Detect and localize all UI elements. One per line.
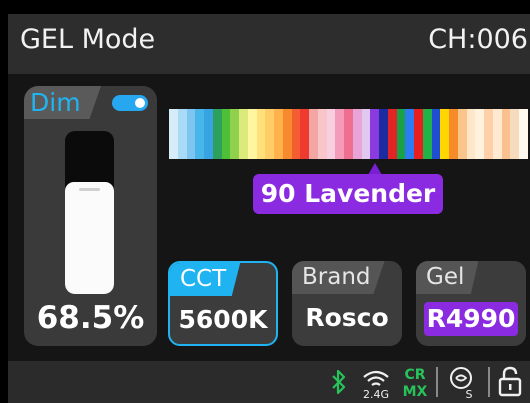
gel-swatch[interactable]	[239, 109, 248, 159]
gel-swatch[interactable]	[457, 109, 467, 159]
gel-swatch[interactable]	[370, 109, 379, 159]
dimmer-slider-fill	[65, 182, 114, 294]
gel-swatch[interactable]	[414, 109, 423, 159]
gel-swatch[interactable]	[352, 109, 362, 159]
brand-card[interactable]: Brand Rosco	[292, 261, 402, 346]
gel-swatch[interactable]	[274, 109, 283, 159]
gel-swatch[interactable]	[510, 109, 519, 159]
gel-swatch[interactable]	[440, 109, 449, 159]
gel-swatch[interactable]	[265, 109, 274, 159]
gel-swatch[interactable]	[361, 109, 371, 159]
gel-swatch[interactable]	[344, 109, 353, 159]
dimmer-toggle[interactable]	[112, 95, 148, 111]
brand-card-label: Brand	[292, 261, 385, 294]
wireless-band-icon: 2.4G	[356, 361, 396, 403]
gel-swatch[interactable]	[212, 109, 222, 159]
brand-card-value: Rosco	[305, 303, 389, 332]
gel-swatch[interactable]	[177, 109, 187, 159]
gel-swatch[interactable]	[492, 109, 502, 159]
gel-swatch[interactable]	[204, 109, 213, 159]
unlock-icon[interactable]	[495, 361, 525, 403]
dimmer-slider-handle[interactable]	[79, 188, 100, 191]
gel-swatch[interactable]	[186, 109, 196, 159]
gel-swatch[interactable]	[256, 109, 266, 159]
gel-swatch[interactable]	[449, 109, 458, 159]
gel-swatch[interactable]	[317, 109, 327, 159]
crmx-text-line-2: MX	[403, 384, 428, 400]
gel-swatch[interactable]	[335, 109, 344, 159]
gel-swatch[interactable]	[379, 109, 388, 159]
cct-card-value: 5600K	[178, 305, 268, 334]
gel-color-strip[interactable]	[169, 109, 528, 159]
dimmer-label: Dim	[24, 86, 101, 119]
gel-swatch[interactable]	[466, 109, 476, 159]
bluetooth-icon	[328, 361, 350, 403]
gel-swatch[interactable]	[387, 109, 397, 159]
cct-card[interactable]: CCT 5600K	[168, 261, 278, 346]
crmx-icon: CR MX	[400, 361, 430, 403]
toggle-knob	[135, 98, 145, 108]
gel-swatch[interactable]	[195, 109, 204, 159]
selected-gel-name: 90 Lavender	[253, 174, 443, 214]
header-bar: GEL Mode CH:006	[8, 14, 530, 74]
gel-card-value: R4990	[424, 302, 518, 336]
sync-icon: S	[442, 361, 480, 403]
gel-swatch[interactable]	[519, 109, 528, 159]
status-bar: 2.4G CR MX S	[8, 361, 530, 403]
gel-swatch[interactable]	[300, 109, 309, 159]
gel-swatch[interactable]	[431, 109, 441, 159]
screen-frame: GEL Mode CH:006 Dim 68.5% 90 Lavender CC…	[8, 14, 530, 403]
gel-swatch[interactable]	[221, 109, 231, 159]
gel-swatch[interactable]	[396, 109, 406, 159]
status-divider	[488, 367, 490, 397]
status-divider	[436, 367, 438, 397]
gel-swatch[interactable]	[247, 109, 257, 159]
gel-swatch[interactable]	[169, 109, 178, 159]
gel-swatch[interactable]	[230, 109, 239, 159]
gel-card[interactable]: Gel R4990	[416, 261, 526, 346]
gel-card-label: Gel	[416, 261, 479, 294]
gel-swatch[interactable]	[405, 109, 414, 159]
gel-swatch[interactable]	[282, 109, 292, 159]
wireless-band-text: 2.4G	[363, 388, 389, 401]
channel-indicator[interactable]: CH:006	[428, 24, 528, 55]
gel-swatch[interactable]	[309, 109, 318, 159]
crmx-text-line-1: CR	[404, 367, 425, 383]
gel-swatch[interactable]	[484, 109, 493, 159]
dimmer-value: 68.5%	[36, 300, 145, 336]
sync-icon-text: S	[466, 388, 473, 401]
gel-swatch[interactable]	[326, 109, 336, 159]
dimmer-slider[interactable]	[65, 131, 114, 294]
dimmer-panel[interactable]: Dim 68.5%	[24, 86, 157, 346]
gel-swatch[interactable]	[291, 109, 301, 159]
mode-title: GEL Mode	[20, 24, 156, 55]
gel-swatch[interactable]	[422, 109, 432, 159]
cct-card-label: CCT	[170, 263, 241, 296]
gel-swatch[interactable]	[501, 109, 511, 159]
gel-swatch[interactable]	[475, 109, 484, 159]
